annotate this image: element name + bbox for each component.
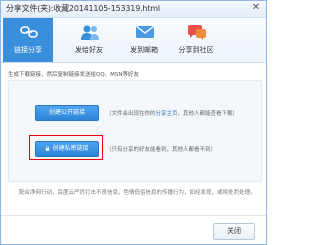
description-text: ，其他人都能查看下载） xyxy=(177,111,239,117)
public-link-description: （文件会出现在你的分享主页，其他人都能查看下载） xyxy=(106,109,238,117)
policy-note: 配合净网行动，百度云严厉打击不良信息，色情低俗信息的传播行为，如经发现，或将处罚… xyxy=(19,190,256,196)
button-label: 关闭 xyxy=(227,227,241,235)
lock-icon xyxy=(46,146,50,151)
dialog-title: 分享文件(夹):收藏20141105-153319.html xyxy=(6,4,160,13)
share-tabs: 链接分享 发给好友 发到邮箱 分享到社区 xyxy=(1,18,266,63)
tab-label: 链接分享 xyxy=(14,46,42,54)
tab-link-share[interactable]: 链接分享 xyxy=(3,18,53,62)
tab-label: 发给好友 xyxy=(75,46,103,54)
mail-icon xyxy=(135,25,155,38)
link-share-icon xyxy=(20,26,38,38)
tab-share-community[interactable]: 分享到社区 xyxy=(171,18,221,62)
title-bar: 分享文件(夹):收藏20141105-153319.html ✕ xyxy=(1,1,266,18)
footer-divider xyxy=(1,215,266,216)
create-public-link-button[interactable]: 创建公开链接 xyxy=(35,105,99,121)
link-hint-text: 生成下载链接，然后复制链接发送给QQ、MSN等好友 xyxy=(8,72,140,78)
button-label: 创建私密链接 xyxy=(52,145,89,152)
tab-label: 分享到社区 xyxy=(178,46,214,54)
description-text: （文件会出现在你的 xyxy=(106,111,156,117)
link-options-panel xyxy=(8,80,262,182)
close-button[interactable]: 关闭 xyxy=(213,223,255,240)
share-homepage-link[interactable]: 分享主页 xyxy=(156,111,178,117)
tab-label: 发到邮箱 xyxy=(130,46,158,54)
close-icon[interactable]: ✕ xyxy=(250,2,262,14)
community-icon xyxy=(188,25,206,40)
private-link-description: （只有分享的好友能看到，其他人都看不到） xyxy=(106,147,217,153)
tab-send-friends[interactable]: 发给好友 xyxy=(64,18,114,62)
button-label: 创建公开链接 xyxy=(48,109,85,116)
friends-icon xyxy=(81,25,99,40)
tab-send-email[interactable]: 发到邮箱 xyxy=(119,18,169,62)
share-dialog: 分享文件(夹):收藏20141105-153319.html ✕ 链接分享 发给… xyxy=(0,0,267,245)
create-private-link-button[interactable]: 创建私密链接 xyxy=(35,141,99,157)
